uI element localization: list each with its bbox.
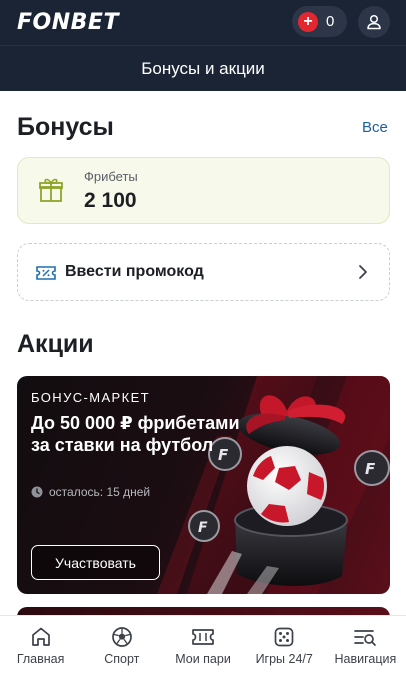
nav-games[interactable]: Игры 24/7 bbox=[244, 616, 325, 679]
top-bar: FONBET + 0 bbox=[0, 0, 406, 45]
home-icon bbox=[31, 627, 50, 646]
plus-icon: + bbox=[298, 11, 318, 32]
app-root: FONBET + 0 Бонусы и акции Бонусы Все Фри… bbox=[0, 0, 406, 679]
banner-timer-text: осталось: 15 дней bbox=[49, 485, 151, 499]
user-icon bbox=[367, 14, 381, 30]
participate-button[interactable]: Участвовать bbox=[31, 545, 160, 580]
promo-banner[interactable]: F F F БОНУС-МАРКЕТ До 50 000 ₽ фрибетами… bbox=[17, 376, 390, 594]
nav-navigation-label: Навигация bbox=[334, 652, 397, 666]
promo-code-button[interactable]: Ввести промокод bbox=[17, 243, 390, 301]
nav-my-bets[interactable]: Мои пари bbox=[162, 616, 243, 679]
chevron-right-icon bbox=[359, 265, 367, 279]
nav-navigation[interactable]: Навигация bbox=[325, 616, 406, 679]
promotions-heading: Акции bbox=[17, 330, 94, 358]
freebets-card[interactable]: Фрибеты 2 100 bbox=[17, 157, 390, 224]
svg-text:F: F bbox=[365, 460, 376, 478]
promo-code-label: Ввести промокод bbox=[65, 263, 204, 280]
dice-icon bbox=[274, 627, 294, 647]
bottom-navigation: Главная Спорт Мои пари Игры 24/7 Навигац… bbox=[0, 615, 406, 679]
menu-search-icon bbox=[354, 630, 377, 646]
clock-icon bbox=[31, 486, 43, 498]
page-title: Бонусы и акции bbox=[141, 58, 265, 78]
page-header: Бонусы и акции bbox=[0, 45, 406, 91]
svg-text:F: F bbox=[198, 520, 208, 536]
banner-title: До 50 000 ₽ фрибетами за ставки на футбо… bbox=[31, 413, 240, 455]
freebets-value: 2 100 bbox=[84, 189, 137, 212]
profile-button[interactable] bbox=[358, 6, 390, 38]
bonuses-heading: Бонусы bbox=[17, 113, 114, 141]
nav-my-bets-label: Мои пари bbox=[175, 652, 231, 666]
balance-button[interactable]: + 0 bbox=[292, 6, 347, 37]
nav-sport-label: Спорт bbox=[104, 652, 140, 666]
banner-tag: БОНУС-МАРКЕТ bbox=[31, 390, 151, 405]
ticket-icon bbox=[192, 629, 214, 645]
fonbet-logo[interactable]: FONBET bbox=[17, 10, 119, 35]
coupon-icon bbox=[36, 266, 56, 280]
nav-sport[interactable]: Спорт bbox=[81, 616, 162, 679]
banner-timer: осталось: 15 дней bbox=[31, 485, 150, 499]
nav-home-label: Главная bbox=[16, 652, 65, 666]
freebets-label: Фрибеты bbox=[84, 169, 138, 184]
nav-home[interactable]: Главная bbox=[0, 616, 81, 679]
soccer-ball-icon bbox=[111, 627, 132, 647]
see-all-bonuses-link[interactable]: Все bbox=[362, 119, 388, 136]
balance-value: 0 bbox=[326, 13, 335, 30]
nav-games-label: Игры 24/7 bbox=[255, 652, 313, 666]
gift-icon bbox=[39, 178, 63, 202]
